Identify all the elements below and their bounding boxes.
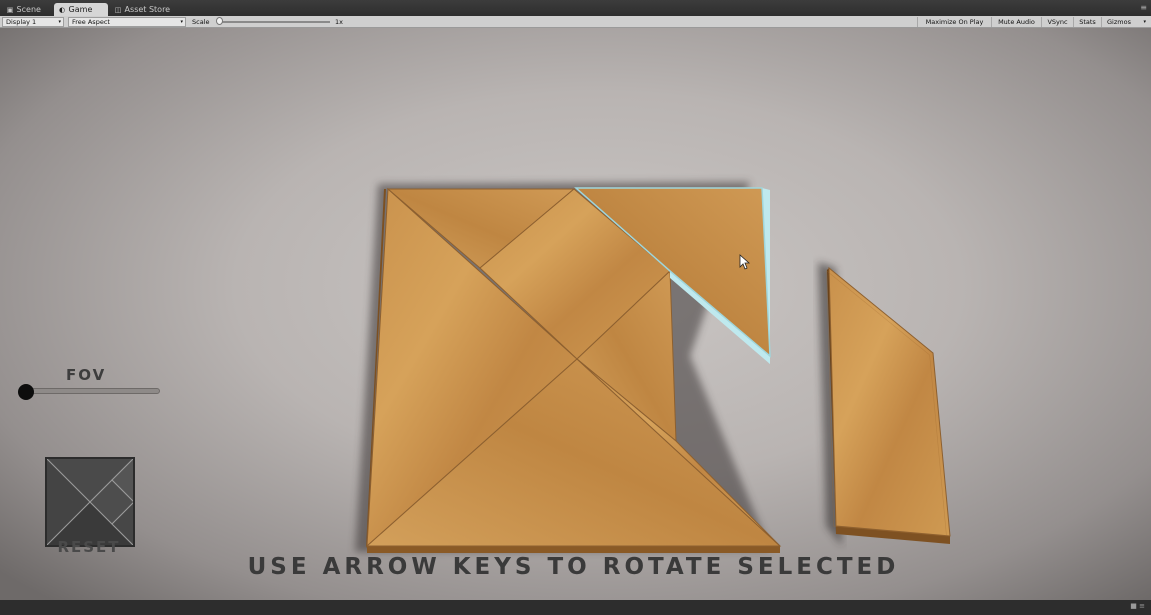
stats-toggle[interactable]: Stats xyxy=(1073,17,1101,27)
fov-slider-track[interactable] xyxy=(22,388,160,394)
aspect-dropdown[interactable]: Free Aspect ▾ xyxy=(68,17,186,27)
unity-editor-window: ▣ Scene ◐ Game ◫ Asset Store ≡ Display 1… xyxy=(0,0,1151,615)
gizmos-label: Gizmos xyxy=(1107,18,1131,26)
aspect-dropdown-value: Free Aspect xyxy=(72,18,110,26)
instruction-text: USE ARROW KEYS TO ROTATE SELECTED xyxy=(0,554,1151,580)
game-view-toolbar: Display 1 ▾ Free Aspect ▾ Scale 1x Maxim… xyxy=(0,16,1151,28)
gizmos-dropdown[interactable]: Gizmos ▾ xyxy=(1101,17,1149,27)
status-icons: ■ ≡ xyxy=(1130,602,1145,610)
tangram-parallelogram[interactable] xyxy=(826,266,951,544)
scale-label: Scale xyxy=(192,18,210,26)
scale-value: 1x xyxy=(335,18,343,26)
tangram-logo-icon xyxy=(44,456,136,548)
tab-scene[interactable]: ▣ Scene xyxy=(2,3,52,16)
lock-icon[interactable]: ■ xyxy=(1130,602,1137,610)
chevron-down-icon: ▾ xyxy=(1143,19,1146,25)
tab-asset-store-label: Asset Store xyxy=(124,5,171,14)
mute-audio-toggle[interactable]: Mute Audio xyxy=(991,17,1041,27)
board-front-edge xyxy=(367,546,780,553)
maximize-on-play-toggle[interactable]: Maximize On Play xyxy=(917,17,991,27)
fov-slider-thumb[interactable] xyxy=(18,384,34,400)
tab-scene-label: Scene xyxy=(16,5,41,14)
scale-slider-track[interactable] xyxy=(218,21,330,23)
scale-slider-thumb[interactable] xyxy=(216,17,223,25)
menu-icon[interactable]: ≡ xyxy=(1139,602,1145,610)
instruction-label: USE ARROW KEYS TO ROTATE SELECTED xyxy=(247,554,900,580)
fov-label: FOV xyxy=(66,366,107,384)
view-tab-bar: ▣ Scene ◐ Game ◫ Asset Store ≡ xyxy=(0,0,1151,16)
chevron-down-icon: ▾ xyxy=(58,19,61,25)
display-dropdown[interactable]: Display 1 ▾ xyxy=(2,17,64,27)
tab-game[interactable]: ◐ Game xyxy=(54,3,108,16)
chevron-down-icon: ▾ xyxy=(180,19,183,25)
parallelogram-top-face[interactable] xyxy=(828,266,951,537)
game-view-viewport[interactable]: FOV RESET USE ARROW KEYS TO ROTATE SELEC… xyxy=(0,28,1151,600)
display-dropdown-value: Display 1 xyxy=(6,18,37,26)
vsync-toggle[interactable]: VSync xyxy=(1041,17,1073,27)
tangram-scene[interactable] xyxy=(0,28,1151,600)
editor-status-bar: ■ ≡ xyxy=(0,600,1151,615)
tab-context-menu-icon[interactable]: ≡ xyxy=(1140,2,1147,14)
tab-game-label: Game xyxy=(68,5,93,14)
tab-asset-store[interactable]: ◫ Asset Store xyxy=(110,3,182,16)
